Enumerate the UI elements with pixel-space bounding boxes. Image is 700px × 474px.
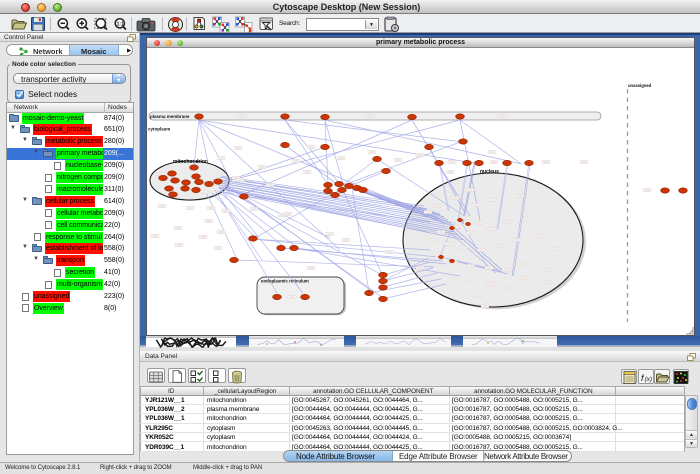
svg-text:endoplasmic reticulum: endoplasmic reticulum xyxy=(261,279,309,284)
svg-text:unassigned: unassigned xyxy=(628,83,652,88)
svg-text:1:1: 1:1 xyxy=(117,21,124,27)
svg-text:nucleus: nucleus xyxy=(480,169,499,175)
svg-text:plasma membrane: plasma membrane xyxy=(150,114,190,119)
svg-text:(x): (x) xyxy=(644,376,652,383)
svg-text:mitochondrion: mitochondrion xyxy=(173,159,208,165)
svg-text:cytoplasm: cytoplasm xyxy=(148,127,170,132)
